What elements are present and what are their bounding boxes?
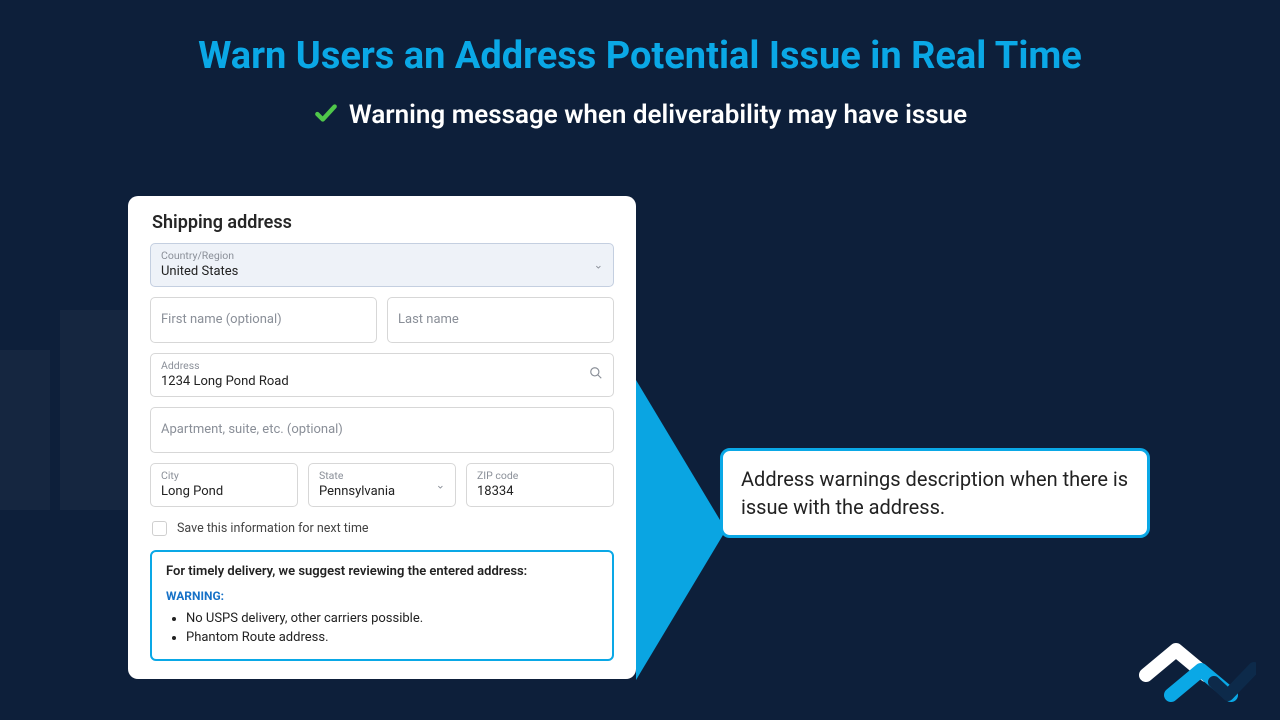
warning-list: No USPS delivery, other carriers possibl… (166, 611, 598, 645)
check-icon (313, 100, 339, 130)
first-name-input[interactable]: First name (optional) (150, 297, 377, 343)
first-name-placeholder: First name (optional) (161, 306, 366, 334)
address-input[interactable]: Address 1234 Long Pond Road (150, 353, 614, 397)
checkbox-icon (152, 521, 167, 536)
city-label: City (161, 470, 287, 483)
apartment-placeholder: Apartment, suite, etc. (optional) (161, 416, 603, 444)
warning-heading: For timely delivery, we suggest reviewin… (166, 564, 598, 579)
search-icon (589, 366, 603, 384)
apartment-input[interactable]: Apartment, suite, etc. (optional) (150, 407, 614, 453)
warning-item: Phantom Route address. (186, 630, 598, 645)
last-name-input[interactable]: Last name (387, 297, 614, 343)
address-label: Address (161, 360, 603, 373)
state-select[interactable]: State Pennsylvania ⌄ (308, 463, 456, 507)
country-select[interactable]: Country/Region United States ⌄ (150, 243, 614, 287)
zip-label: ZIP code (477, 470, 603, 483)
callout-arrow (636, 380, 726, 680)
subtitle-text: Warning message when deliverability may … (349, 100, 967, 130)
city-value: Long Pond (161, 483, 287, 501)
address-value: 1234 Long Pond Road (161, 373, 603, 391)
save-info-label: Save this information for next time (177, 521, 369, 536)
shipping-form-card: Shipping address Country/Region United S… (128, 196, 636, 679)
chevron-down-icon: ⌄ (594, 259, 603, 272)
state-value: Pennsylvania (319, 483, 445, 501)
page-title: Warn Users an Address Potential Issue in… (0, 0, 1280, 78)
last-name-placeholder: Last name (398, 306, 603, 334)
warning-box: For timely delivery, we suggest reviewin… (150, 550, 614, 661)
country-label: Country/Region (161, 250, 603, 263)
save-info-checkbox[interactable]: Save this information for next time (152, 521, 614, 536)
warning-label: WARNING: (166, 589, 598, 603)
warning-item: No USPS delivery, other carriers possibl… (186, 611, 598, 626)
callout-box: Address warnings description when there … (720, 448, 1150, 538)
city-input[interactable]: City Long Pond (150, 463, 298, 507)
brand-logo-icon (1136, 620, 1256, 710)
form-title: Shipping address (152, 212, 614, 233)
chevron-down-icon: ⌄ (436, 479, 445, 492)
country-value: United States (161, 263, 603, 281)
state-label: State (319, 470, 445, 483)
subtitle-row: Warning message when deliverability may … (0, 100, 1280, 130)
zip-input[interactable]: ZIP code 18334 (466, 463, 614, 507)
zip-value: 18334 (477, 483, 603, 501)
